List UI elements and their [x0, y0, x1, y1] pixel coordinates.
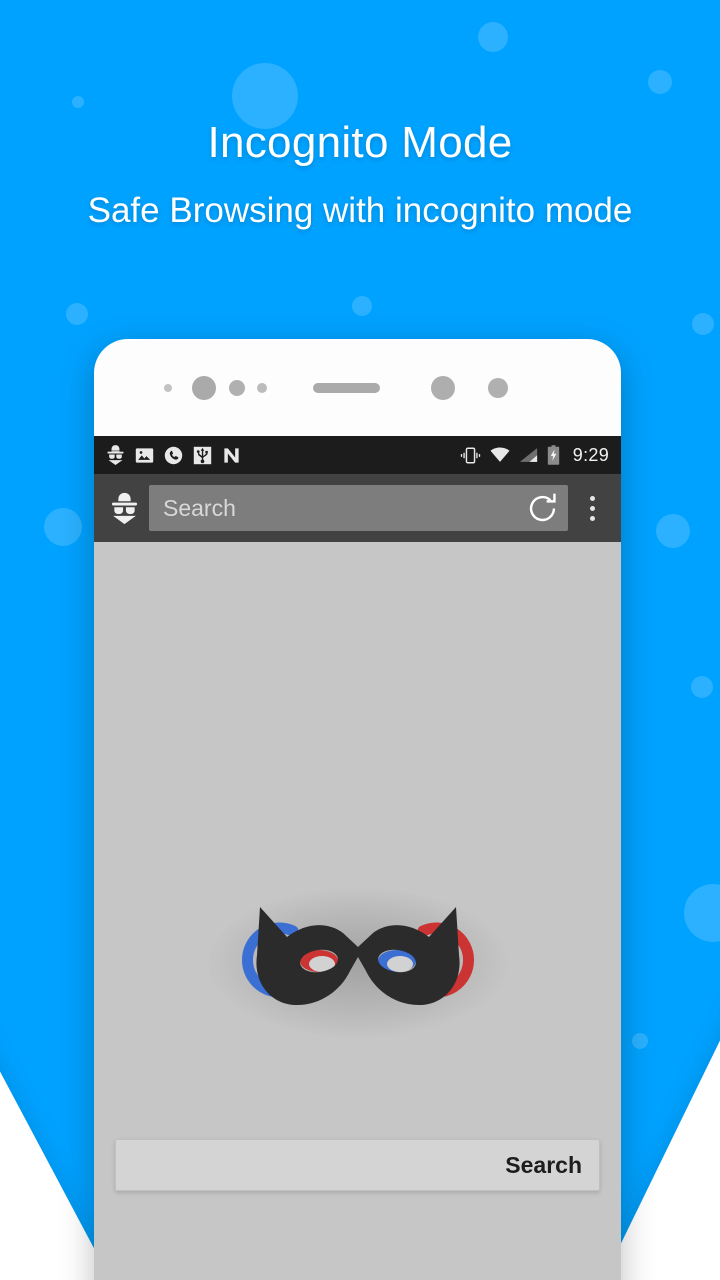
sensor-dot-icon — [431, 375, 455, 400]
decor-bubble — [632, 1033, 648, 1049]
phone-icon — [164, 446, 183, 464]
signal-icon — [519, 448, 537, 462]
status-bar: 9:29 — [94, 436, 621, 474]
menu-dot — [589, 495, 595, 501]
incognito-spy-icon[interactable] — [103, 485, 145, 531]
status-bar-right-icons: 9:29 — [460, 445, 609, 466]
url-input[interactable]: Search — [163, 495, 524, 522]
sensor-dot-icon — [488, 377, 508, 398]
sensor-dot-icon — [164, 383, 172, 392]
nougat-icon — [224, 447, 239, 463]
decor-bubble — [66, 303, 88, 325]
url-search-bar[interactable]: Search — [149, 485, 568, 531]
decor-bubble — [692, 313, 714, 335]
earpiece-speaker-icon — [313, 382, 380, 393]
battery-charging-icon — [547, 445, 559, 465]
decor-bubble — [691, 676, 713, 698]
usb-icon — [193, 446, 212, 464]
vibrate-icon — [460, 447, 480, 463]
decor-bubble — [72, 96, 84, 108]
browser-toolbar: Search — [94, 474, 621, 542]
decor-bubble — [656, 514, 690, 548]
decor-bubble — [352, 296, 372, 316]
decor-bubble — [44, 508, 82, 546]
phone-screen: 9:29 Search Search — [94, 436, 621, 1280]
decor-bubble — [478, 22, 508, 52]
status-bar-left-icons — [106, 444, 241, 466]
promo-title: Incognito Mode — [207, 118, 513, 167]
decor-bubble — [648, 70, 672, 94]
phone-top-bezel — [94, 339, 621, 436]
incognito-masked-logo — [207, 887, 508, 1038]
decor-bubble — [684, 884, 720, 942]
promo-subtitle: Safe Browsing with incognito mode — [87, 190, 633, 230]
search-field[interactable]: Search — [115, 1139, 600, 1191]
menu-dot — [589, 515, 595, 521]
phone-mockup: 9:29 Search Search — [94, 339, 621, 1280]
overflow-menu-icon[interactable] — [572, 483, 612, 533]
browser-page-content: Search — [94, 542, 621, 1280]
promo-text-block: Incognito Mode Safe Browsing with incogn… — [0, 118, 720, 231]
image-icon — [135, 447, 154, 463]
search-field-label: Search — [505, 1151, 582, 1178]
sensor-dot-icon — [229, 379, 245, 396]
wifi-icon — [490, 447, 510, 462]
status-bar-clock: 9:29 — [572, 444, 609, 465]
refresh-icon[interactable] — [524, 490, 560, 526]
sensor-dot-icon — [257, 382, 267, 393]
menu-dot — [589, 505, 595, 511]
front-camera-icon — [192, 375, 216, 400]
incognito-icon — [107, 445, 124, 465]
